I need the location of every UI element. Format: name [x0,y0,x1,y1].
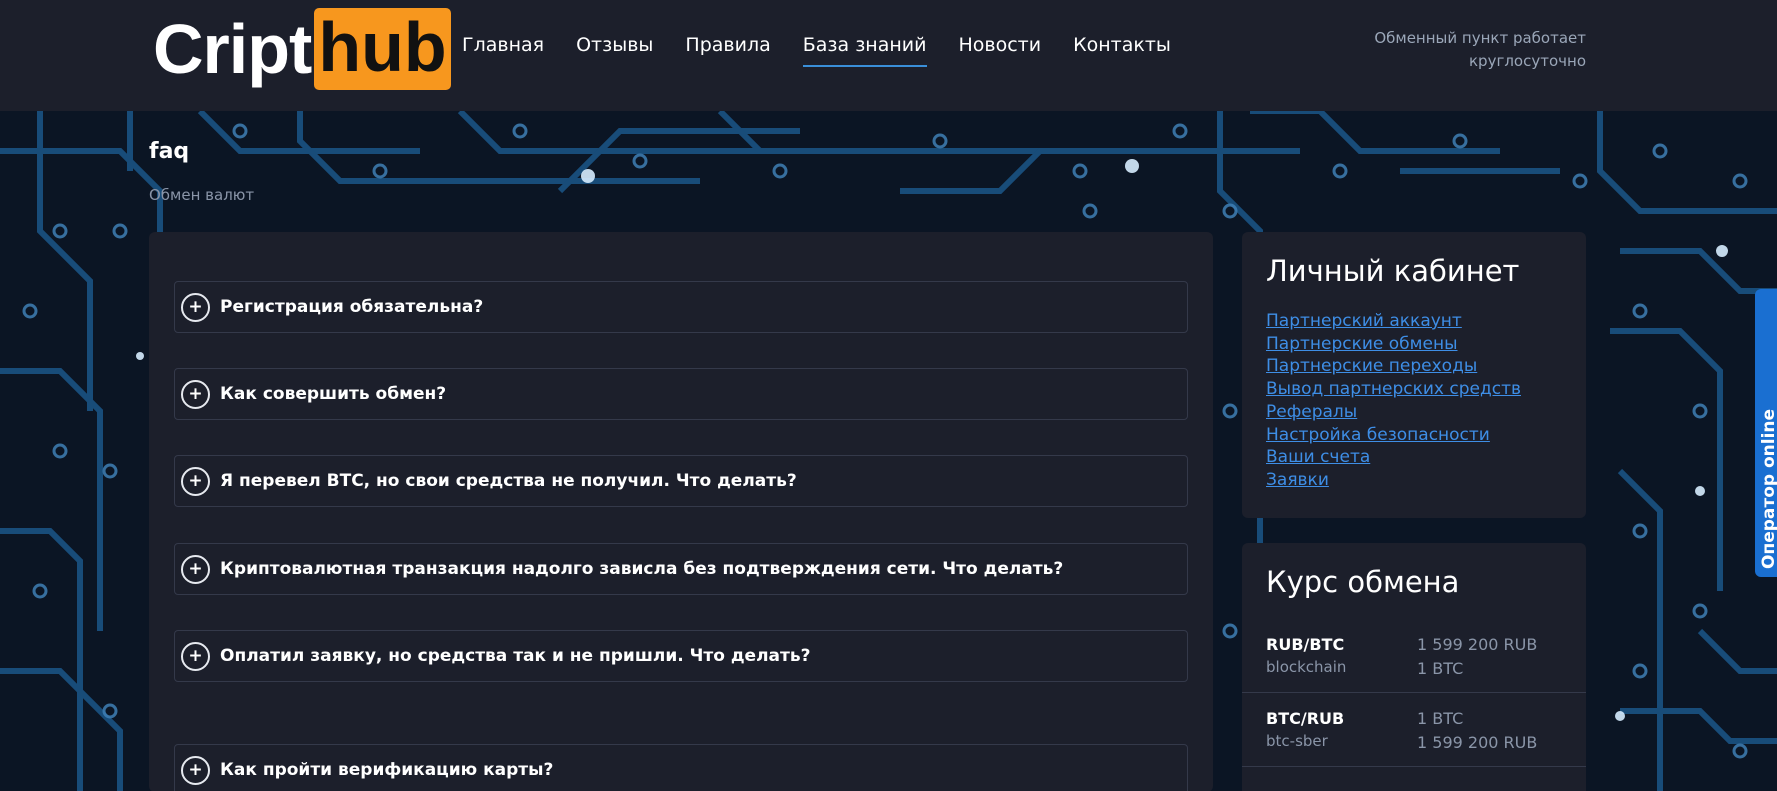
faq-question: Я перевел BTC, но свои средства не получ… [220,471,797,491]
faq-question: Криптовалютная транзакция надолго зависл… [220,559,1064,579]
faq-item[interactable]: + Как пройти верификацию карты? [174,744,1188,791]
breadcrumb[interactable]: Обмен валют [149,186,254,204]
plus-circle-icon: + [181,466,210,496]
main-nav: Главная Отзывы Правила База знаний Новос… [462,34,1203,67]
faq-question: Регистрация обязательна? [220,297,484,317]
working-hours-line1: Обменный пункт работает [1374,29,1586,47]
rates-list: RUB/BTC blockchain 1 599 200 RUB 1 BTC B… [1242,619,1586,767]
plus-circle-icon: + [181,379,210,409]
working-hours-line2: круглосуточно [1469,52,1586,70]
link-security-settings[interactable]: Настройка безопасности [1266,424,1586,447]
link-referrals[interactable]: Рефералы [1266,401,1586,424]
rate-get: 1 BTC [1417,659,1464,678]
faq-question: Как совершить обмен? [220,384,447,404]
nav-home[interactable]: Главная [462,34,544,67]
link-partner-withdrawal[interactable]: Вывод партнерских средств [1266,378,1586,401]
link-your-accounts[interactable]: Ваши счета [1266,446,1586,469]
account-title: Личный кабинет [1266,254,1520,288]
rate-give: 1 599 200 RUB [1417,635,1538,654]
nav-news[interactable]: Новости [959,34,1042,67]
faq-panel: + Регистрация обязательна? + Как соверши… [149,232,1213,791]
nav-knowledge-base[interactable]: База знаний [802,34,927,67]
operator-online-tab[interactable]: Оператор online [1755,289,1777,577]
plus-circle-icon: + [181,641,210,671]
rate-network: blockchain [1266,658,1347,676]
faq-item[interactable]: + Оплатил заявку, но средства так и не п… [174,630,1188,682]
faq-question: Оплатил заявку, но средства так и не при… [220,646,811,666]
rate-get: 1 599 200 RUB [1417,733,1538,752]
page-title: faq [149,139,190,164]
rates-title: Курс обмена [1266,565,1460,599]
rate-row[interactable]: RUB/BTC blockchain 1 599 200 RUB 1 BTC [1242,619,1586,693]
faq-item[interactable]: + Криптовалютная транзакция надолго зави… [174,543,1188,595]
operator-online-label: Оператор online [1759,408,1777,569]
link-partner-account[interactable]: Партнерский аккаунт [1266,310,1586,333]
logo-text-cript: Cript [153,10,312,88]
account-links: Партнерский аккаунт Партнерские обмены П… [1266,310,1586,492]
link-orders[interactable]: Заявки [1266,469,1586,492]
plus-circle-icon: + [181,554,210,584]
working-hours: Обменный пункт работает круглосуточно [1326,27,1586,73]
faq-item[interactable]: + Как совершить обмен? [174,368,1188,420]
account-box: Личный кабинет Партнерский аккаунт Партн… [1242,232,1586,518]
rate-give: 1 BTC [1417,709,1464,728]
logo-text-hub: hub [314,8,451,90]
rate-pair: BTC/RUB [1266,709,1345,728]
rate-pair: RUB/BTC [1266,635,1345,654]
faq-item[interactable]: + Я перевел BTC, но свои средства не пол… [174,455,1188,507]
faq-question: Как пройти верификацию карты? [220,760,554,780]
rate-row[interactable]: BTC/RUB btc-sber 1 BTC 1 599 200 RUB [1242,693,1586,767]
nav-contacts[interactable]: Контакты [1073,34,1171,67]
nav-reviews[interactable]: Отзывы [576,34,653,67]
link-partner-exchanges[interactable]: Партнерские обмены [1266,333,1586,356]
plus-circle-icon: + [181,292,210,322]
faq-item[interactable]: + Регистрация обязательна? [174,281,1188,333]
rates-box: Курс обмена RUB/BTC blockchain 1 599 200… [1242,543,1586,791]
plus-circle-icon: + [181,755,210,785]
site-logo[interactable]: Cript hub [153,8,451,90]
site-header: Cript hub Главная Отзывы Правила База зн… [0,0,1777,111]
rate-network: btc-sber [1266,732,1328,750]
nav-rules[interactable]: Правила [685,34,770,67]
link-partner-clicks[interactable]: Партнерские переходы [1266,355,1586,378]
